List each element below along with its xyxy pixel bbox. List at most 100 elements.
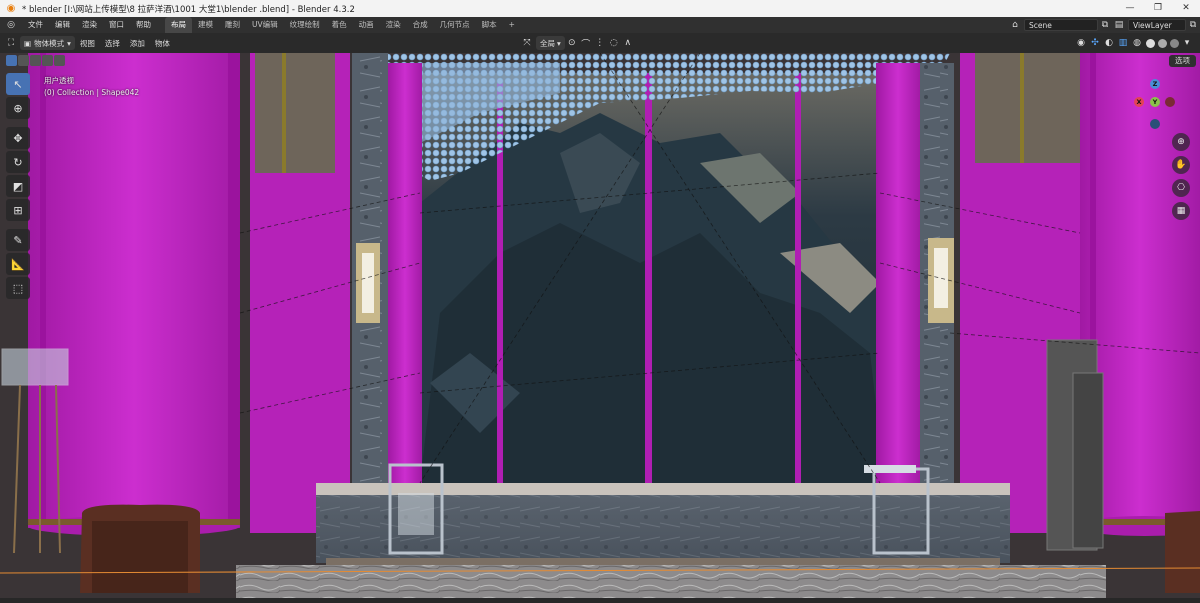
collection-info: (0) Collection | Shape042	[44, 88, 140, 97]
viewport-header: ⛶ ▣ 物体模式 ▾ 视图 选择 添加 物体 ⤧ 全局 ▾ ⊙ ⌒ ⋮ ◌ ∧ …	[0, 33, 1200, 53]
tool-shelf: ↖ ⊕ ✥ ↻ ◩ ⊞ ✎ 📐 ⬚	[6, 73, 32, 301]
tab-compositing[interactable]: 合成	[407, 17, 434, 33]
tab-modeling[interactable]: 建模	[192, 17, 219, 33]
tab-texture-paint[interactable]: 纹理绘制	[284, 17, 326, 33]
orientation-label: 全局	[540, 38, 555, 48]
tab-rendering[interactable]: 渲染	[380, 17, 407, 33]
zoom-icon[interactable]: ⊕	[1172, 133, 1190, 151]
solid-shading-icon[interactable]	[1145, 38, 1155, 48]
tab-scripting[interactable]: 脚本	[476, 17, 503, 33]
gizmo-z-axis[interactable]: Z	[1150, 79, 1160, 89]
snap-icon[interactable]: ⌒	[579, 36, 593, 50]
mode-label: 物体模式	[34, 38, 65, 48]
scene-pin-icon[interactable]: ⧉	[1098, 18, 1112, 32]
select-extend-mode[interactable]	[18, 55, 29, 66]
selection-mode-group	[6, 55, 66, 66]
scene-render	[0, 53, 1200, 598]
tab-animation[interactable]: 动画	[353, 17, 380, 33]
options-button[interactable]: 选项	[1169, 55, 1196, 67]
view-layer-copy-icon[interactable]: ⧉	[1186, 18, 1200, 32]
wireframe-shading-icon[interactable]: ◍	[1130, 36, 1144, 50]
gizmo-toggle-icon[interactable]: ✣	[1088, 36, 1102, 50]
add-workspace-button[interactable]: +	[503, 17, 521, 33]
tab-uv-editing[interactable]: UV编辑	[246, 17, 284, 33]
cursor-icon[interactable]: ⊕	[6, 97, 30, 119]
xray-icon[interactable]: ▥	[1116, 36, 1130, 50]
view-layer-name: ViewLayer	[1133, 20, 1172, 30]
scale-icon[interactable]: ◩	[6, 175, 30, 197]
viewport-shading-controls: ◉ ✣ ◐ ▥ ◍ ▾	[1074, 36, 1194, 50]
tab-geometry-nodes[interactable]: 几何节点	[434, 17, 476, 33]
menu-window[interactable]: 窗口	[103, 17, 130, 33]
blender-app: ◉ * blender [I:\网站上传模型\8 拉萨洋酒\1001 大堂1\b…	[0, 0, 1200, 603]
scene-name: Scene	[1029, 20, 1052, 30]
menu-render[interactable]: 渲染	[76, 17, 103, 33]
restore-button[interactable]: ❐	[1144, 0, 1172, 17]
transform-controls: ⤧ 全局 ▾ ⊙ ⌒ ⋮ ◌ ∧	[520, 36, 635, 50]
visibility-icon[interactable]: ◉	[1074, 36, 1088, 50]
move-icon[interactable]: ✥	[6, 127, 30, 149]
select-box-icon[interactable]: ↖	[6, 73, 30, 95]
top-bar: ◎ 文件 编辑 渲染 窗口 帮助 布局 建模 雕刻 UV编辑 纹理绘制 着色 动…	[0, 17, 1200, 33]
camera-icon[interactable]: ⎔	[1172, 179, 1190, 197]
close-button[interactable]: ✕	[1172, 0, 1200, 17]
orientation-icon[interactable]: ⤧	[520, 36, 534, 50]
tab-layout[interactable]: 布局	[165, 17, 192, 33]
menu-object[interactable]: 物体	[150, 38, 175, 49]
view-layer-selector[interactable]: ViewLayer	[1128, 19, 1186, 31]
orientation-selector[interactable]: 全局 ▾	[536, 36, 565, 50]
gizmo-neg-x-axis[interactable]	[1165, 97, 1175, 107]
chevron-down-icon: ▾	[557, 38, 561, 48]
material-shading-icon[interactable]	[1157, 38, 1167, 48]
falloff-icon[interactable]: ∧	[621, 36, 635, 50]
pivot-icon[interactable]: ⊙	[565, 36, 579, 50]
window-title: * blender [I:\网站上传模型\8 拉萨洋酒\1001 大堂1\ble…	[22, 4, 355, 15]
measure-icon[interactable]: 📐	[6, 253, 30, 275]
select-invert-mode[interactable]	[54, 55, 65, 66]
editor-type-icon[interactable]: ⛶	[4, 36, 18, 50]
chevron-down-icon: ▾	[67, 38, 71, 48]
select-new-mode[interactable]	[6, 55, 17, 66]
workspace-tabs: 布局 建模 雕刻 UV编辑 纹理绘制 着色 动画 渲染 合成 几何节点 脚本 +	[165, 17, 521, 33]
menu-help[interactable]: 帮助	[130, 17, 157, 33]
scene-icon[interactable]: ⌂	[1008, 18, 1022, 32]
select-intersect-mode[interactable]	[42, 55, 53, 66]
grid-ortho-icon[interactable]: ▦	[1172, 202, 1190, 220]
3d-viewport[interactable]: ↖ ⊕ ✥ ↻ ◩ ⊞ ✎ 📐 ⬚ 用户透视 (0) Collection | …	[0, 53, 1200, 598]
menu-edit[interactable]: 编辑	[49, 17, 76, 33]
gizmo-neg-z-axis[interactable]	[1150, 119, 1160, 129]
menu-select[interactable]: 选择	[100, 38, 125, 49]
object-mode-icon: ▣	[24, 38, 32, 48]
menu-add[interactable]: 添加	[125, 38, 150, 49]
scene-selector[interactable]: Scene	[1024, 19, 1098, 31]
select-subtract-mode[interactable]	[30, 55, 41, 66]
mode-selector[interactable]: ▣ 物体模式 ▾	[20, 36, 75, 50]
window-title-bar: ◉ * blender [I:\网站上传模型\8 拉萨洋酒\1001 大堂1\b…	[0, 0, 1200, 17]
viewport-info: 用户透视 (0) Collection | Shape042	[44, 75, 139, 99]
navigation-buttons: ⊕ ✋ ⎔ ▦	[1172, 133, 1192, 225]
menu-file[interactable]: 文件	[22, 17, 49, 33]
annotate-icon[interactable]: ✎	[6, 229, 30, 251]
gizmo-x-axis[interactable]: X	[1134, 97, 1144, 107]
hand-pan-icon[interactable]: ✋	[1172, 156, 1190, 174]
tab-shading[interactable]: 着色	[326, 17, 353, 33]
view-layer-icon[interactable]: ▤	[1112, 18, 1126, 32]
rendered-shading-icon[interactable]	[1169, 38, 1179, 48]
menu-view[interactable]: 视图	[75, 38, 100, 49]
shading-options-icon[interactable]: ▾	[1180, 36, 1194, 50]
transform-icon[interactable]: ⊞	[6, 199, 30, 221]
blender-menu-icon[interactable]: ◎	[0, 17, 22, 33]
tab-sculpting[interactable]: 雕刻	[219, 17, 246, 33]
window-controls: — ❐ ✕	[1116, 0, 1200, 17]
proportional-edit-icon[interactable]: ◌	[607, 36, 621, 50]
overlays-icon[interactable]: ◐	[1102, 36, 1116, 50]
navigation-gizmo[interactable]: Z X Y	[1130, 77, 1180, 137]
snap-increment-icon[interactable]: ⋮	[593, 36, 607, 50]
blender-logo-icon: ◉	[6, 2, 16, 14]
minimize-button[interactable]: —	[1116, 0, 1144, 17]
add-cube-icon[interactable]: ⬚	[6, 277, 30, 299]
rotate-icon[interactable]: ↻	[6, 151, 30, 173]
gizmo-y-axis[interactable]: Y	[1150, 97, 1160, 107]
view-name: 用户透视	[44, 76, 74, 85]
scene-selectors: ⌂ Scene ⧉ ▤ ViewLayer ⧉	[1008, 17, 1200, 33]
